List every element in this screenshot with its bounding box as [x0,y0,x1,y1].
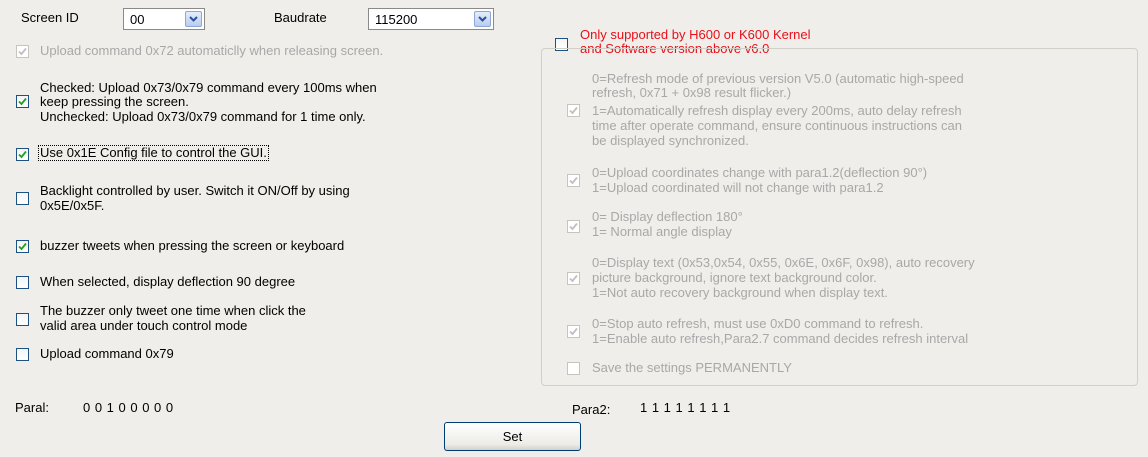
option-label-line: 1= Normal angle display [592,224,732,239]
option-label-line: 1=Enable auto refresh,Para2.7 command de… [592,331,969,346]
option-label: Use 0x1E Config file to control the GUI. [38,145,269,161]
para2-label: Para2: [572,402,611,417]
option-checkbox[interactable] [16,348,29,361]
option-label-line: valid area under touch control mode [40,318,248,333]
para2-value: 1 1 1 1 1 1 1 1 [640,400,731,415]
option-label: Upload command 0x79 [40,346,174,361]
chevron-down-icon[interactable] [474,11,491,27]
option-checkbox[interactable] [16,276,29,289]
option-label-line: be displayed synchronized. [592,133,749,148]
option-label: buzzer tweets when pressing the screen o… [40,238,345,253]
option-label-line: refresh, 0x71 + 0x98 result flicker.) [592,85,792,100]
option-label-line: 0=Stop auto refresh, must use 0xD0 comma… [592,316,924,331]
option-checkbox[interactable] [16,148,29,161]
set-button[interactable]: Set [444,422,581,451]
baudrate-value: 115200 [375,12,418,27]
baudrate-label: Baudrate [274,10,327,25]
option-label-line: 0x5E/0x5F. [40,198,105,213]
option-label-line: 0=Display text (0x53,0x54, 0x55, 0x6E, 0… [592,255,975,270]
option-checkbox [567,104,580,117]
option-checkbox[interactable] [16,45,29,58]
option-label-line: picture background, ignore text backgrou… [592,270,877,285]
screen-id-label: Screen ID [21,10,79,25]
screen-id-value: 00 [130,12,145,27]
option-label-line: 0=Upload coordinates change with para1.2… [592,165,928,180]
option-checkbox [567,325,580,338]
warning-line: Only supported by H600 or K600 Kernel [580,27,811,42]
option-label-line: 0=Refresh mode of previous version V5.0 … [592,71,964,86]
option-label-line: 1=Automatically refresh display every 20… [592,103,962,118]
para1-label: Paral: [15,400,49,415]
baudrate-select[interactable]: 115200 [368,8,494,30]
option-label-line: Checked: Upload 0x73/0x79 command every … [40,80,377,95]
option-checkbox[interactable] [16,192,29,205]
option-label-line: Unchecked: Upload 0x73/0x79 command for … [40,109,366,124]
option-label-line: Backlight controlled by user. Switch it … [40,183,350,198]
option-checkbox[interactable] [16,313,29,326]
para1-value: 0 0 1 0 0 0 0 0 [83,400,174,415]
option-label-line: 1=Upload coordinated will not change wit… [592,180,884,195]
option-label: Save the settings PERMANENTLY [592,360,792,375]
option-checkbox [567,220,580,233]
option-label: Upload command 0x72 automaticlly when re… [40,43,384,58]
option-label-line: time after operate command, ensure conti… [592,118,962,133]
option-label-line: 1=Not auto recovery background when disp… [592,285,888,300]
option-label-line: The buzzer only tweet one time when clic… [40,303,306,318]
option-label: When selected, display deflection 90 deg… [40,274,296,289]
screen-id-select[interactable]: 00 [123,8,205,30]
option-label-line: 0= Display deflection 180° [592,209,743,224]
option-label-line: keep pressing the screen. [40,94,189,109]
option-checkbox[interactable] [16,240,29,253]
option-checkbox [567,174,580,187]
option-checkbox [567,362,580,375]
option-checkbox[interactable] [16,95,29,108]
chevron-down-icon[interactable] [185,11,202,27]
option-checkbox [567,272,580,285]
